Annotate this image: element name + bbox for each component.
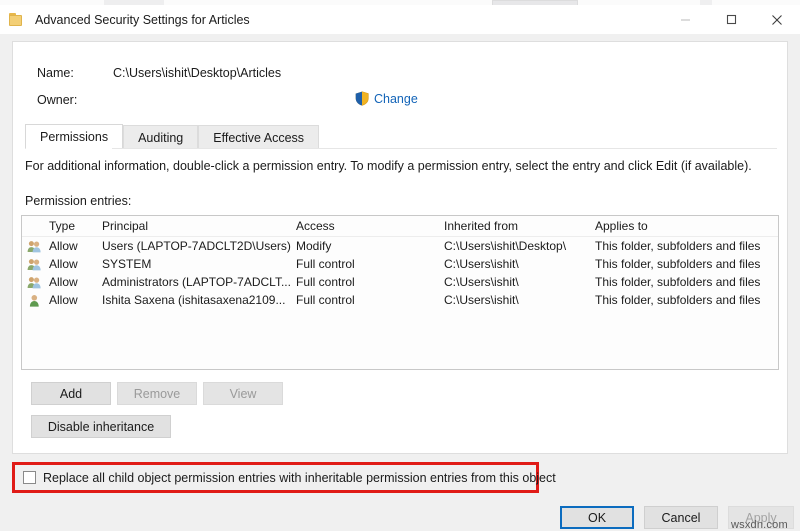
tab-auditing[interactable]: Auditing: [123, 125, 198, 149]
tab-permissions[interactable]: Permissions: [25, 124, 123, 149]
cell-type: Allow: [46, 257, 99, 271]
cell-access: Full control: [293, 275, 441, 289]
advanced-security-settings-dialog: Advanced Security Settings for Articles …: [0, 5, 800, 501]
uac-shield-icon: [355, 91, 369, 106]
ok-button-label: OK: [588, 511, 606, 525]
remove-button-label: Remove: [134, 387, 181, 401]
column-header-type[interactable]: Type: [46, 219, 99, 233]
minimize-button[interactable]: [662, 5, 708, 34]
tab-effective-access-label: Effective Access: [213, 131, 304, 145]
tab-permissions-label: Permissions: [40, 130, 108, 144]
cell-principal: Ishita Saxena (ishitasaxena2109...: [99, 293, 293, 307]
close-button[interactable]: [754, 5, 800, 34]
column-header-access[interactable]: Access: [293, 219, 441, 233]
cancel-button-label: Cancel: [662, 511, 701, 525]
column-header-principal[interactable]: Principal: [99, 219, 293, 233]
view-button: View: [203, 382, 283, 405]
watermark: wsxdn.com: [731, 519, 788, 531]
replace-child-permissions-row[interactable]: Replace all child object permission entr…: [15, 465, 536, 490]
change-owner-link[interactable]: Change: [355, 91, 418, 106]
window-controls: [662, 5, 800, 34]
column-header-applies-to[interactable]: Applies to: [592, 219, 778, 233]
tab-auditing-label: Auditing: [138, 131, 183, 145]
name-label: Name:: [37, 66, 74, 80]
cell-principal: Administrators (LAPTOP-7ADCLT...: [99, 275, 293, 289]
add-button-label: Add: [60, 387, 82, 401]
folder-icon: [9, 13, 25, 27]
change-link-label: Change: [374, 92, 418, 106]
group-icon: [22, 258, 46, 271]
cell-applies-to: This folder, subfolders and files: [592, 275, 778, 289]
replace-option-highlight: Replace all child object permission entr…: [12, 462, 539, 493]
table-row[interactable]: Allow Ishita Saxena (ishitasaxena2109...…: [22, 291, 778, 309]
tab-strip: Permissions Auditing Effective Access: [25, 124, 777, 149]
user-icon: [22, 294, 46, 307]
table-row[interactable]: Allow Administrators (LAPTOP-7ADCLT... F…: [22, 273, 778, 291]
cell-access: Full control: [293, 293, 441, 307]
cancel-button[interactable]: Cancel: [644, 506, 718, 529]
permission-entries-label: Permission entries:: [25, 194, 131, 208]
dialog-client-area: Name: C:\Users\ishit\Desktop\Articles Ow…: [0, 34, 800, 501]
cell-principal: Users (LAPTOP-7ADCLT2D\Users): [99, 239, 293, 253]
cell-inherited-from: C:\Users\ishit\Desktop\: [441, 239, 592, 253]
owner-label: Owner:: [37, 93, 77, 107]
content-panel: Name: C:\Users\ishit\Desktop\Articles Ow…: [12, 41, 788, 454]
cell-type: Allow: [46, 239, 99, 253]
column-header-inherited-from[interactable]: Inherited from: [441, 219, 592, 233]
tab-effective-access[interactable]: Effective Access: [198, 125, 319, 149]
table-row[interactable]: Allow Users (LAPTOP-7ADCLT2D\Users) Modi…: [22, 237, 778, 255]
cell-inherited-from: C:\Users\ishit\: [441, 275, 592, 289]
tab-active-underline: [26, 148, 112, 149]
view-button-label: View: [230, 387, 257, 401]
disable-inheritance-button[interactable]: Disable inheritance: [31, 415, 171, 438]
disable-inheritance-label: Disable inheritance: [48, 420, 154, 434]
group-icon: [22, 276, 46, 289]
remove-button: Remove: [117, 382, 197, 405]
table-row[interactable]: Allow SYSTEM Full control C:\Users\ishit…: [22, 255, 778, 273]
window-title: Advanced Security Settings for Articles: [35, 13, 250, 27]
name-value: C:\Users\ishit\Desktop\Articles: [113, 66, 281, 80]
info-text: For additional information, double-click…: [25, 159, 752, 173]
cell-access: Full control: [293, 257, 441, 271]
cell-applies-to: This folder, subfolders and files: [592, 257, 778, 271]
cell-inherited-from: C:\Users\ishit\: [441, 257, 592, 271]
replace-child-permissions-label: Replace all child object permission entr…: [43, 471, 556, 485]
cell-access: Modify: [293, 239, 441, 253]
group-icon: [22, 240, 46, 253]
tab-underline: [25, 148, 777, 149]
maximize-button[interactable]: [708, 5, 754, 34]
ok-button[interactable]: OK: [560, 506, 634, 529]
permission-entries-list[interactable]: Type Principal Access Inherited from App…: [21, 215, 779, 370]
cell-type: Allow: [46, 275, 99, 289]
cell-inherited-from: C:\Users\ishit\: [441, 293, 592, 307]
cell-type: Allow: [46, 293, 99, 307]
add-button[interactable]: Add: [31, 382, 111, 405]
replace-child-permissions-checkbox[interactable]: [23, 471, 36, 484]
cell-applies-to: This folder, subfolders and files: [592, 239, 778, 253]
title-bar[interactable]: Advanced Security Settings for Articles: [0, 5, 800, 34]
table-header: Type Principal Access Inherited from App…: [22, 216, 778, 237]
cell-principal: SYSTEM: [99, 257, 293, 271]
cell-applies-to: This folder, subfolders and files: [592, 293, 778, 307]
